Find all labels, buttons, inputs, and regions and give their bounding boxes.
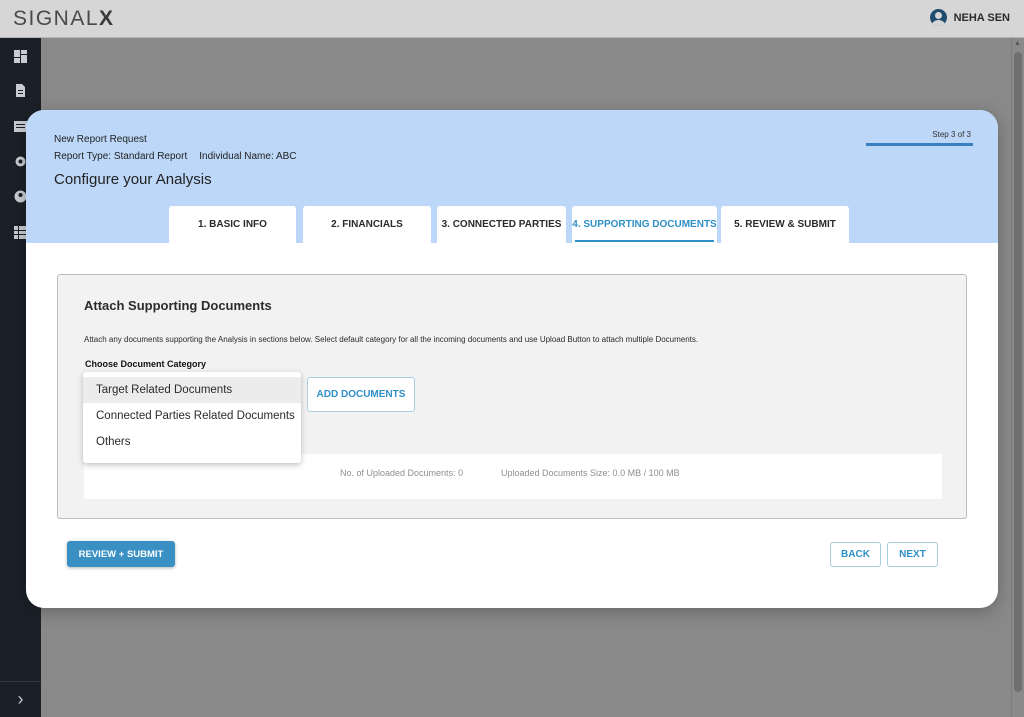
dropdown-option-target[interactable]: Target Related Documents	[83, 377, 301, 403]
user-menu[interactable]: NEHA SEN	[929, 9, 1010, 26]
scrollbar-thumb[interactable]	[1014, 52, 1022, 692]
new-report-modal: New Report Request Report Type: Standard…	[26, 110, 998, 608]
add-documents-button[interactable]: ADD DOCUMENTS	[307, 377, 415, 412]
tab-basic-info[interactable]: 1. BASIC INFO	[169, 206, 296, 243]
category-label: Choose Document Category	[85, 359, 207, 369]
modal-subtitle: New Report Request	[54, 134, 147, 145]
chevron-right-icon: ›	[17, 689, 24, 709]
dropdown-option-connected-parties[interactable]: Connected Parties Related Documents	[83, 403, 301, 429]
document-category-dropdown[interactable]: Target Related Documents Connected Parti…	[83, 372, 301, 463]
step-progress-bar	[866, 143, 973, 146]
top-app-bar: SIGNALX NEHA SEN	[0, 0, 1024, 38]
uploaded-size: Uploaded Documents Size: 0.0 MB / 100 MB	[501, 468, 680, 478]
modal-header: New Report Request Report Type: Standard…	[26, 110, 998, 243]
tab-financials[interactable]: 2. FINANCIALS	[303, 206, 431, 243]
section-description: Attach any documents supporting the Anal…	[84, 335, 699, 344]
scroll-up-icon[interactable]: ▲	[1014, 40, 1021, 47]
document-icon[interactable]	[14, 84, 27, 97]
dropdown-option-others[interactable]: Others	[83, 429, 301, 455]
tab-connected-parties[interactable]: 3. CONNECTED PARTIES	[437, 206, 566, 243]
review-submit-button[interactable]: REVIEW + SUBMIT	[67, 541, 175, 567]
expand-sidebar-button[interactable]: ›	[0, 681, 41, 717]
tab-supporting-documents[interactable]: 4. SUPPORTING DOCUMENTS	[572, 206, 717, 243]
individual-name: Individual Name: ABC	[199, 151, 297, 162]
modal-title: Configure your Analysis	[54, 171, 212, 188]
app-logo[interactable]: SIGNALX	[13, 7, 115, 31]
back-button[interactable]: BACK	[830, 542, 881, 567]
uploaded-count: No. of Uploaded Documents: 0	[340, 468, 464, 478]
section-title: Attach Supporting Documents	[84, 298, 272, 313]
dashboard-icon[interactable]	[14, 50, 27, 63]
user-name: NEHA SEN	[953, 11, 1010, 24]
report-meta: Report Type: Standard Report Individual N…	[54, 151, 297, 162]
report-type: Report Type: Standard Report	[54, 151, 188, 162]
tab-review-submit[interactable]: 5. REVIEW & SUBMIT	[721, 206, 849, 243]
scrollbar[interactable]: ▲	[1011, 38, 1024, 717]
step-indicator: Step 3 of 3	[932, 130, 971, 139]
next-button[interactable]: NEXT	[887, 542, 938, 567]
account-circle-icon	[929, 9, 947, 26]
